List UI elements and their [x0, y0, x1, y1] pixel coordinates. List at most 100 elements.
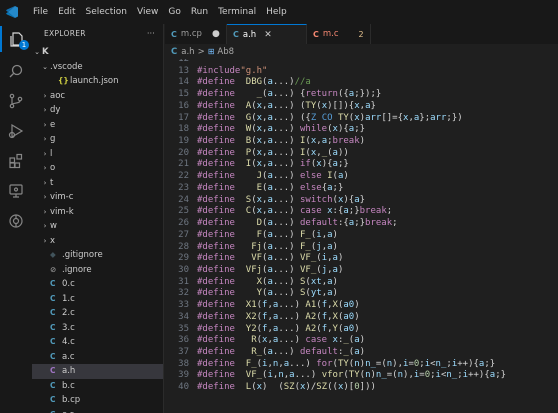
tree-folder[interactable]: › g [32, 132, 163, 147]
code-line: 37 #define R_(a...) default:_(a) [165, 347, 558, 359]
breadcrumb-file[interactable]: a.h [181, 47, 194, 57]
tree-file[interactable]: Cb.c [32, 379, 163, 394]
menu-item-selection[interactable]: Selection [81, 0, 132, 24]
line-number: 21 [178, 159, 189, 170]
tree-folder[interactable]: ⌄ .vscode [32, 60, 163, 75]
tree-item-label: e [50, 119, 56, 130]
line-number: 37 [178, 347, 189, 357]
code-line: 35 #define Y2(f,a...) A2(f,Y(a0) [165, 324, 558, 336]
tree-folder[interactable]: › t [32, 176, 163, 191]
tab-label: a.h [242, 29, 257, 40]
remote-explorer-icon[interactable] [0, 178, 32, 204]
c-file-icon: C [50, 293, 56, 303]
code-text: #define A(x,a...) (TY(x)[]){x,a} [197, 100, 376, 111]
code-text: #define F(a...) F_(i,a) [197, 229, 338, 240]
tree-folder[interactable]: › vim-c [32, 190, 163, 205]
close-icon[interactable]: ✕ [264, 30, 272, 40]
tree-root[interactable]: ⌄ K [32, 45, 163, 60]
tree-item-label: w [50, 221, 57, 231]
more-actions-icon[interactable]: ··· [147, 24, 155, 44]
code-line: 40 #define L(x) (SZ(x)/SZ((x)[0])) [165, 382, 558, 394]
source-control-icon[interactable] [0, 88, 32, 114]
code-text: #define J(a...) else I(a) [197, 171, 349, 182]
code-text: #define F_(i,n,a...) for(TY(n)n_=(n),i=0… [197, 358, 496, 369]
code-line: 31 #define X(a...) S(xt,a) [165, 277, 558, 289]
line-number: 27 [178, 229, 189, 240]
tree-folder[interactable]: › dy [32, 103, 163, 118]
tree-file[interactable]: Ca.h [32, 364, 163, 379]
tree-folder[interactable]: › e [32, 118, 163, 133]
tab-m-cp[interactable]: Cm.cp ● [165, 24, 227, 44]
code-text: #define X2(f,a...) A2(f,X(a0) [197, 311, 360, 322]
tree-file[interactable]: C 4.c [32, 335, 163, 350]
tree-item-label: launch.json [70, 76, 119, 86]
tree-file[interactable]: ⊘ .ignore [32, 263, 163, 278]
explorer-sidebar: EXPLORER ··· ⌄ K ⌄ .vscode {}launch.json › ao… [32, 24, 164, 413]
menu-item-run[interactable]: Run [186, 0, 213, 24]
menu-item-terminal[interactable]: Terminal [213, 0, 261, 24]
tree-file[interactable]: Cb.cp [32, 393, 163, 408]
tree-item-label: 0.c [62, 279, 75, 289]
tree-file[interactable]: C 0.c [32, 277, 163, 292]
code-line: 25 #define C(x,a...) case x:{a;}break; [165, 206, 558, 218]
tree-folder[interactable]: › vim-k [32, 205, 163, 220]
chevron-down-icon: ⌄ [34, 48, 40, 56]
c-file-icon: C [313, 29, 319, 39]
c-file-icon: C [50, 351, 56, 361]
chevron-right-icon: › [43, 135, 47, 143]
ignore-file-icon: ⊘ [50, 264, 57, 274]
c-file-icon: C [50, 308, 56, 317]
tree-file[interactable]: Ca.c [32, 350, 163, 365]
tree-file[interactable]: ◆ .gitignore [32, 248, 163, 263]
tree-item-label: .vscode [50, 61, 83, 72]
extensions-icon[interactable] [0, 148, 32, 174]
problem-count-badge: 2 [358, 29, 364, 39]
code-text: #define Fj(a...) F_(j,a) [197, 241, 338, 252]
tree-folder[interactable]: › w [32, 219, 163, 234]
code-line: 12 [165, 59, 558, 66]
code-text: #define B(x,a...) I(x,a;break) [197, 136, 366, 147]
tree-file[interactable]: C 3.c [32, 321, 163, 336]
explorer-badge: 1 [19, 40, 29, 50]
c-file-icon: C [50, 380, 56, 390]
line-number: 30 [178, 264, 189, 275]
run-debug-icon[interactable] [0, 118, 32, 144]
line-number: 19 [178, 136, 189, 147]
activity-bar: 1 [0, 24, 32, 413]
tree-folder[interactable]: › x [32, 234, 163, 249]
line-number: 22 [178, 171, 189, 182]
menu-item-help[interactable]: Help [261, 0, 292, 24]
json-icon: {} [58, 76, 69, 85]
line-number: 13 [178, 65, 189, 76]
code-line: 28 #define Fj(a...) F_(j,a) [165, 242, 558, 254]
tab-m-c[interactable]: Cm.c 2 [307, 24, 371, 44]
chevron-right-icon: › [43, 106, 47, 114]
tree-folder[interactable]: › l [32, 147, 163, 162]
title-bar: File Edit Selection View Go Run Terminal Help [0, 0, 558, 24]
tree-folder[interactable]: › aoc [32, 89, 163, 104]
menu-item-file[interactable]: File [28, 0, 53, 24]
file-type-icon: C [171, 46, 178, 57]
menu-item-view[interactable]: View [132, 0, 163, 24]
copilot-icon[interactable] [0, 208, 32, 234]
menu-item-edit[interactable]: Edit [53, 0, 80, 24]
menu-item-go[interactable]: Go [163, 0, 185, 24]
code-text: #define C(x,a...) case x:{a;}break; [197, 206, 393, 217]
breadcrumb-symbol[interactable]: Ab8 [217, 47, 234, 57]
search-icon[interactable] [0, 58, 32, 84]
tree-item-label: x [50, 235, 56, 246]
tree-file[interactable]: C 1.c [32, 292, 163, 307]
tab-a-h[interactable]: Ca.h ✕ [227, 24, 307, 44]
code-line: 23 #define E(a...) else{a;} [165, 183, 558, 195]
tree-folder[interactable]: › o [32, 161, 163, 176]
code-editor[interactable]: 12 13 #include"g.h" 14 #define DBG(a...)//a 1… [165, 59, 558, 413]
chevron-right-icon: › [43, 164, 47, 172]
chevron-right-icon: › [43, 207, 47, 216]
tree-file[interactable]: C 2.c [32, 306, 163, 321]
tree-item-label: a.c [62, 351, 75, 362]
breadcrumb-separator: > [197, 46, 205, 57]
tree-file[interactable]: {}launch.json [32, 74, 163, 89]
vscode-logo-icon [0, 0, 24, 24]
tree-file[interactable]: Cc.c [32, 408, 163, 413]
explorer-icon[interactable]: 1 [0, 26, 32, 52]
